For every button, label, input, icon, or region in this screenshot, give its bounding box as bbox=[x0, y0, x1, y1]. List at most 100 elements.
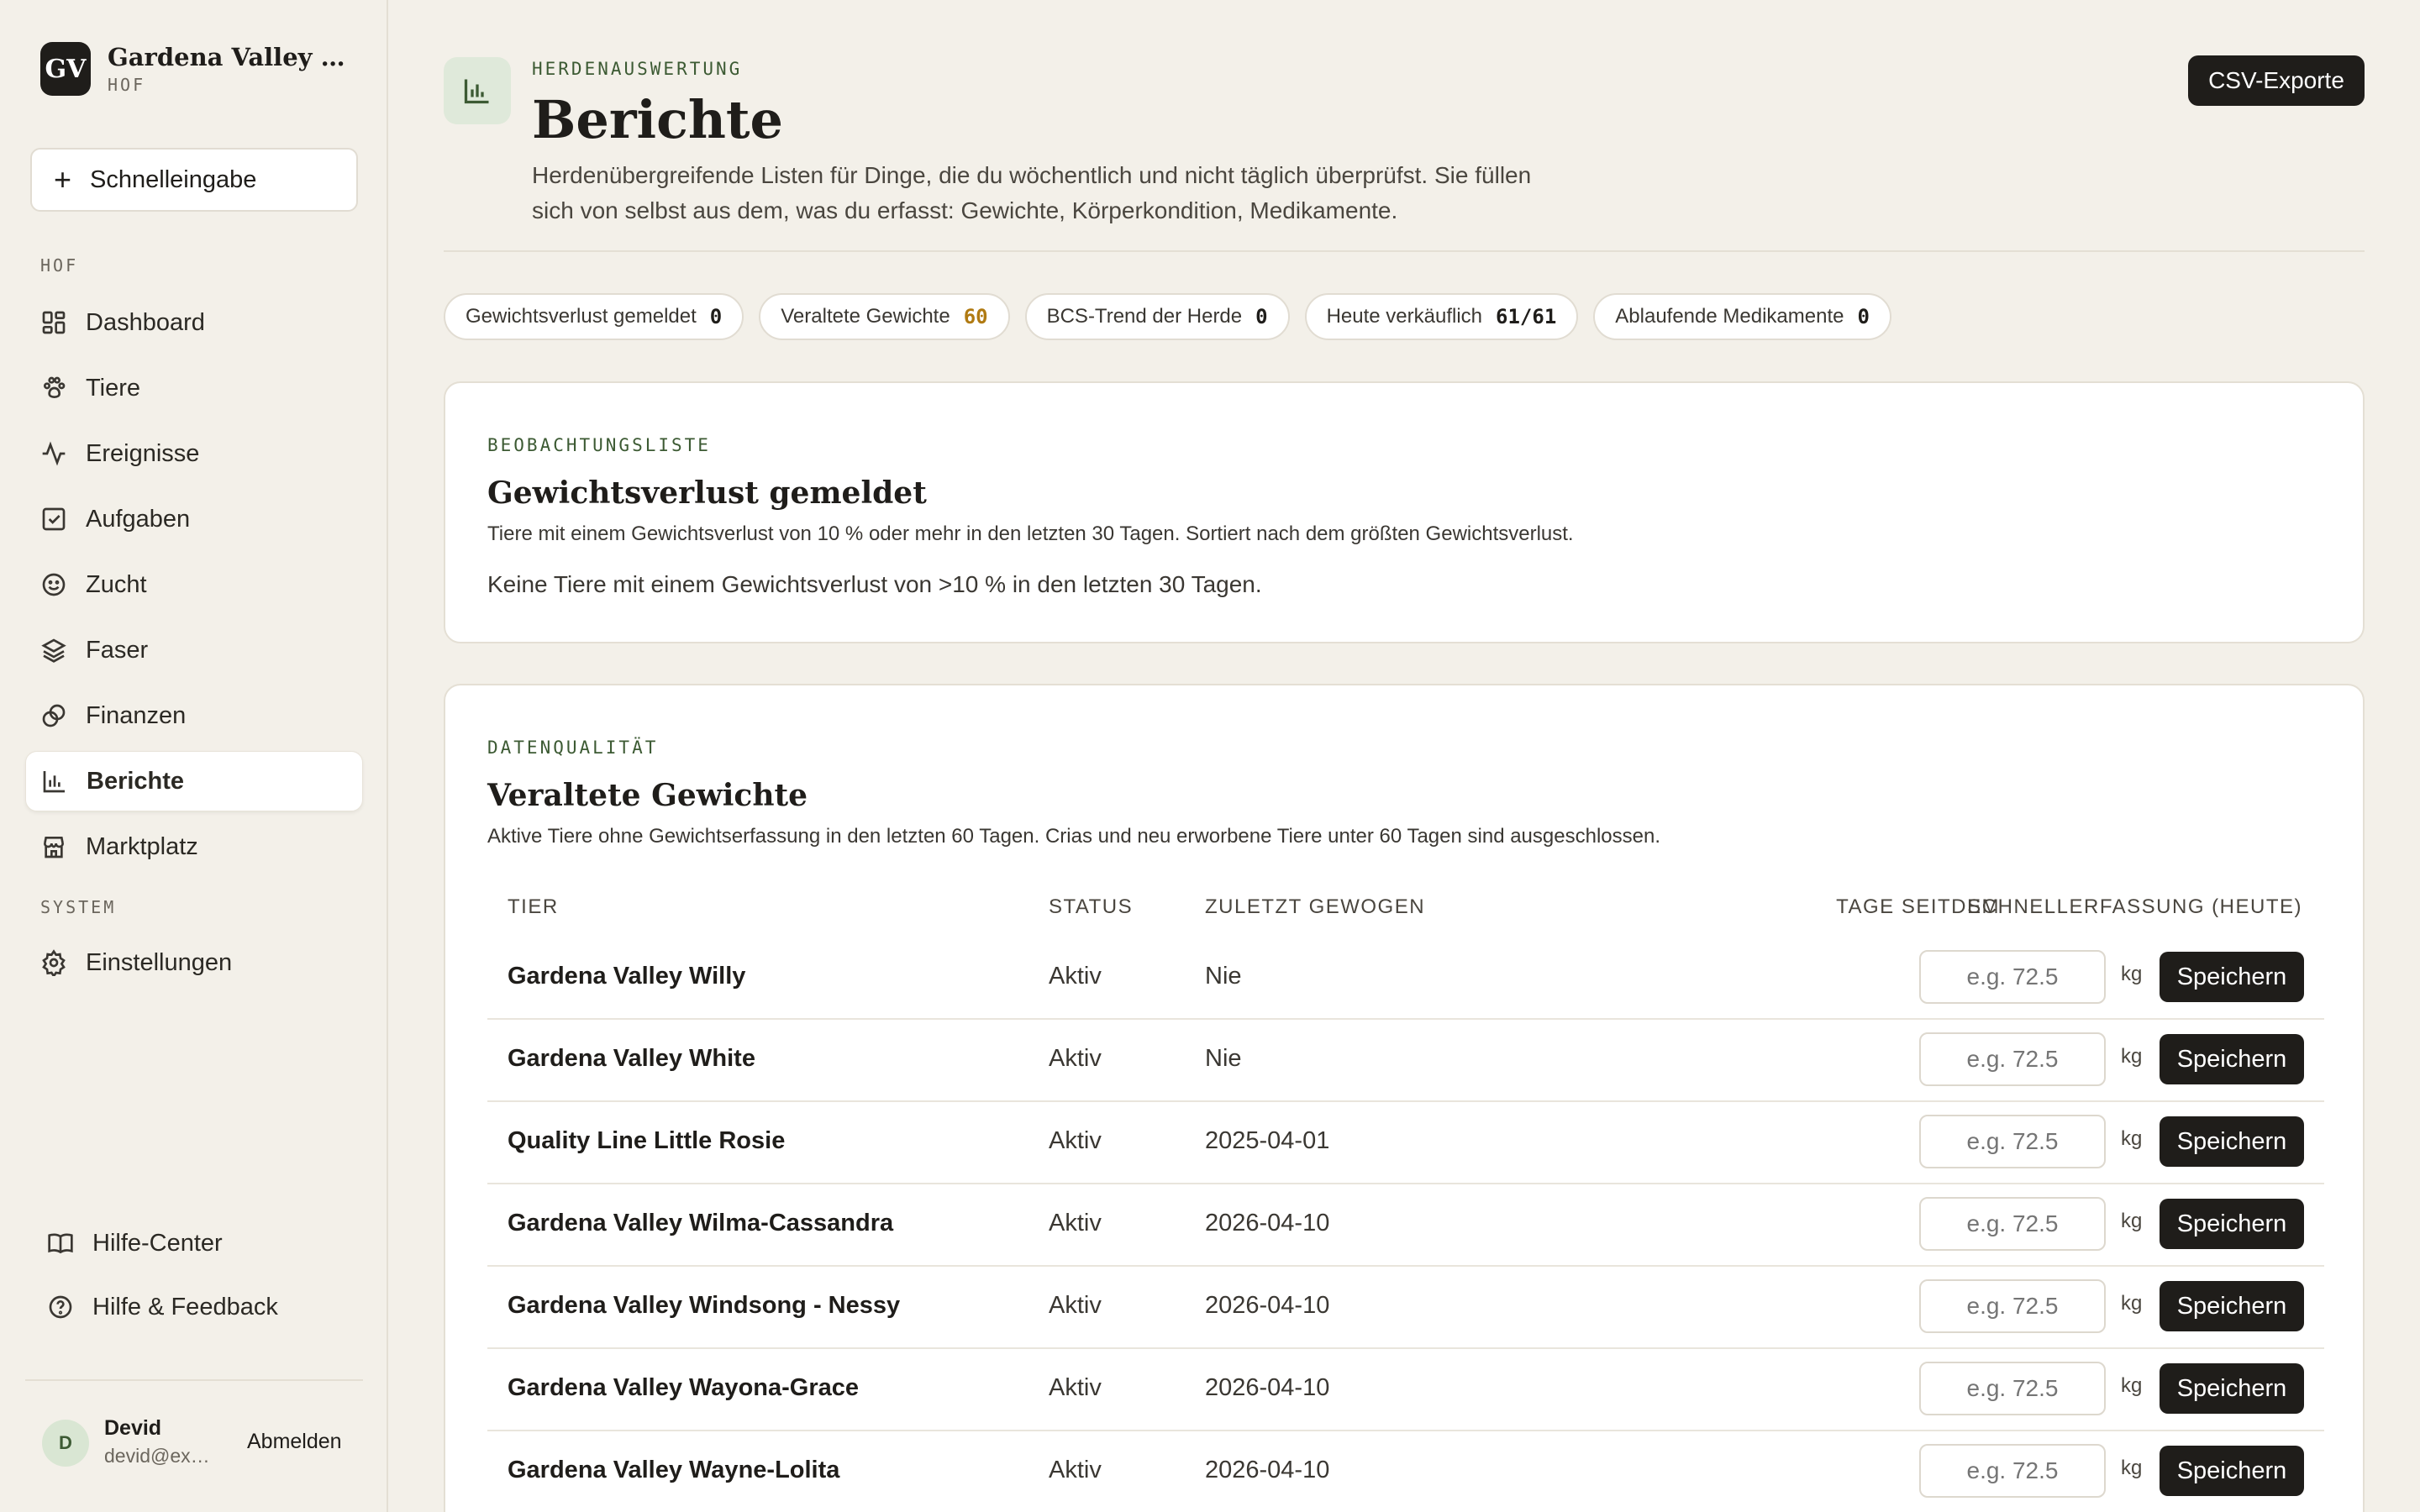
last-weighed: 2025-04-01 bbox=[1205, 1127, 1330, 1154]
activity-icon bbox=[40, 440, 67, 467]
quick-entry-button[interactable]: + Schnelleingabe bbox=[30, 148, 358, 212]
empty-state: Keine Tiere mit einem Gewichtsverlust vo… bbox=[487, 571, 1262, 597]
coins-icon bbox=[40, 702, 67, 729]
last-weighed: Nie bbox=[1205, 1045, 1242, 1072]
weight-input[interactable] bbox=[1919, 1032, 2106, 1086]
sidebar-item-label: Berichte bbox=[87, 767, 185, 795]
sidebar-item-berichte[interactable]: Berichte bbox=[25, 751, 363, 811]
plus-icon: + bbox=[54, 162, 72, 197]
save-button[interactable]: Speichern bbox=[2160, 1363, 2304, 1414]
chip-count: 0 bbox=[1255, 305, 1268, 328]
animal-name[interactable]: Gardena Valley Wilma-Cassandra bbox=[508, 1210, 893, 1237]
sidebar: GV Gardena Valley Alpacas HOF + Schnelle… bbox=[0, 0, 388, 1512]
grid-icon bbox=[40, 309, 67, 336]
paw-icon bbox=[40, 375, 67, 402]
chip-count: 61/61 bbox=[1496, 305, 1557, 328]
weight-input[interactable] bbox=[1919, 950, 2106, 1004]
user-name: Devid bbox=[104, 1416, 162, 1440]
last-weighed: 2026-04-10 bbox=[1205, 1374, 1330, 1401]
weight-input[interactable] bbox=[1919, 1362, 2106, 1415]
column-header-last-weighed: ZULETZT GEWOGEN bbox=[1205, 895, 1426, 918]
animal-name[interactable]: Gardena Valley Wayne-Lolita bbox=[508, 1457, 839, 1484]
table-row: Quality Line Little Rosie Aktiv 2025-04-01… bbox=[487, 1102, 2324, 1184]
page-description: Herdenübergreifende Listen für Dinge, di… bbox=[532, 162, 1532, 223]
weight-input[interactable] bbox=[1919, 1444, 2106, 1498]
sidebar-item-tiere[interactable]: Tiere bbox=[25, 358, 363, 418]
save-button[interactable]: Speichern bbox=[2160, 1446, 2304, 1496]
weight-input[interactable] bbox=[1919, 1197, 2106, 1251]
chip-count: 0 bbox=[1857, 305, 1870, 328]
last-weighed: 2026-04-10 bbox=[1205, 1292, 1330, 1319]
sidebar-item-dashboard[interactable]: Dashboard bbox=[25, 292, 363, 353]
logout-button[interactable]: Abmelden bbox=[247, 1430, 342, 1454]
weight-input[interactable] bbox=[1919, 1279, 2106, 1333]
chip-label: Heute verkäuflich bbox=[1326, 305, 1483, 328]
unit-label: kg bbox=[2121, 1210, 2143, 1232]
sidebar-item-label: Marktplatz bbox=[86, 832, 198, 860]
sidebar-item-label: Tiere bbox=[86, 374, 140, 402]
table-row: Gardena Valley Wilma-Cassandra Aktiv 2026-… bbox=[487, 1184, 2324, 1267]
animal-name[interactable]: Gardena Valley White bbox=[508, 1045, 755, 1073]
animal-name[interactable]: Gardena Valley Willy bbox=[508, 963, 745, 990]
unit-label: kg bbox=[2121, 1045, 2143, 1068]
chip-label: Veraltete Gewichte bbox=[781, 305, 950, 328]
animal-name[interactable]: Quality Line Little Rosie bbox=[508, 1127, 785, 1155]
watchlist-card: BEOBACHTUNGSLISTE Gewichtsverlust gemeld… bbox=[444, 381, 2365, 643]
brand[interactable]: GV Gardena Valley Alpacas HOF bbox=[40, 42, 347, 96]
sidebar-item-ereignisse[interactable]: Ereignisse bbox=[25, 423, 363, 484]
user-email: devid@example.com bbox=[104, 1445, 213, 1467]
card-eyebrow: BEOBACHTUNGSLISTE bbox=[487, 435, 711, 455]
unit-label: kg bbox=[2121, 1127, 2143, 1150]
sidebar-item-marktplatz[interactable]: Marktplatz bbox=[25, 816, 363, 877]
card-description: Aktive Tiere ohne Gewichtserfassung in d… bbox=[487, 825, 1660, 848]
save-button[interactable]: Speichern bbox=[2160, 1199, 2304, 1249]
save-button[interactable]: Speichern bbox=[2160, 1034, 2304, 1084]
animal-name[interactable]: Gardena Valley Wayona-Grace bbox=[508, 1374, 859, 1402]
unit-label: kg bbox=[2121, 1457, 2143, 1479]
chip-label: BCS-Trend der Herde bbox=[1046, 305, 1243, 328]
weight-input[interactable] bbox=[1919, 1115, 2106, 1168]
report-chips: Gewichtsverlust gemeldet 0 Veraltete Gew… bbox=[444, 293, 1907, 340]
sidebar-item-label: Aufgaben bbox=[86, 505, 191, 533]
chip-label: Gewichtsverlust gemeldet bbox=[466, 305, 697, 328]
chip-sellable-today[interactable]: Heute verkäuflich 61/61 bbox=[1304, 293, 1579, 340]
chip-stale-weights[interactable]: Veraltete Gewichte 60 bbox=[759, 293, 1010, 340]
chip-expiring-meds[interactable]: Ablaufende Medikamente 0 bbox=[1593, 293, 1891, 340]
store-icon bbox=[40, 833, 67, 860]
card-title: Gewichtsverlust gemeldet bbox=[487, 475, 927, 511]
csv-export-button[interactable]: CSV-Exporte bbox=[2188, 55, 2365, 106]
chip-count: 60 bbox=[963, 305, 988, 328]
help-feedback-link[interactable]: Hilfe & Feedback bbox=[47, 1286, 278, 1328]
unit-label: kg bbox=[2121, 1374, 2143, 1397]
animal-status: Aktiv bbox=[1049, 1045, 1102, 1072]
bar-chart-icon bbox=[41, 768, 68, 795]
table-row: Gardena Valley WillyAktivNie-kgSpeichern bbox=[487, 937, 2324, 1020]
column-header-status: STATUS bbox=[1049, 895, 1134, 918]
table-header: TIER STATUS ZULETZT GEWOGEN TAGE SEITDEM… bbox=[487, 895, 2324, 929]
save-button[interactable]: Speichern bbox=[2160, 952, 2304, 1002]
sidebar-item-zucht[interactable]: Zucht bbox=[25, 554, 363, 615]
chip-count: 0 bbox=[709, 305, 723, 328]
card-description: Tiere mit einem Gewichtsverlust von 10 %… bbox=[487, 522, 1574, 545]
sidebar-item-label: Zucht bbox=[86, 570, 147, 598]
column-header-animal: TIER bbox=[508, 895, 559, 918]
last-weighed: 2026-04-10 bbox=[1205, 1457, 1330, 1483]
sidebar-item-aufgaben[interactable]: Aufgaben bbox=[25, 489, 363, 549]
help-center-link[interactable]: Hilfe-Center bbox=[47, 1222, 223, 1264]
save-button[interactable]: Speichern bbox=[2160, 1281, 2304, 1331]
gear-icon bbox=[40, 949, 67, 976]
sidebar-item-finanzen[interactable]: Finanzen bbox=[25, 685, 363, 746]
sidebar-item-faser[interactable]: Faser bbox=[25, 620, 363, 680]
sidebar-item-label: Einstellungen bbox=[86, 948, 233, 976]
sidebar-item-einstellungen[interactable]: Einstellungen bbox=[25, 932, 363, 993]
nav-section-system: SYSTEM bbox=[40, 897, 117, 917]
save-button[interactable]: Speichern bbox=[2160, 1116, 2304, 1167]
checkbox-icon bbox=[40, 506, 67, 533]
table-row: Gardena Valley Wayne-Lolita Aktiv 2026-04-… bbox=[487, 1431, 2324, 1512]
chip-bcs-trend[interactable]: BCS-Trend der Herde 0 bbox=[1024, 293, 1290, 340]
book-icon bbox=[48, 1233, 73, 1254]
chip-weight-loss[interactable]: Gewichtsverlust gemeldet 0 bbox=[444, 293, 744, 340]
animal-name[interactable]: Gardena Valley Windsong - Nessy bbox=[508, 1292, 900, 1320]
smile-icon bbox=[40, 571, 67, 598]
animal-status: Aktiv bbox=[1049, 1210, 1102, 1236]
